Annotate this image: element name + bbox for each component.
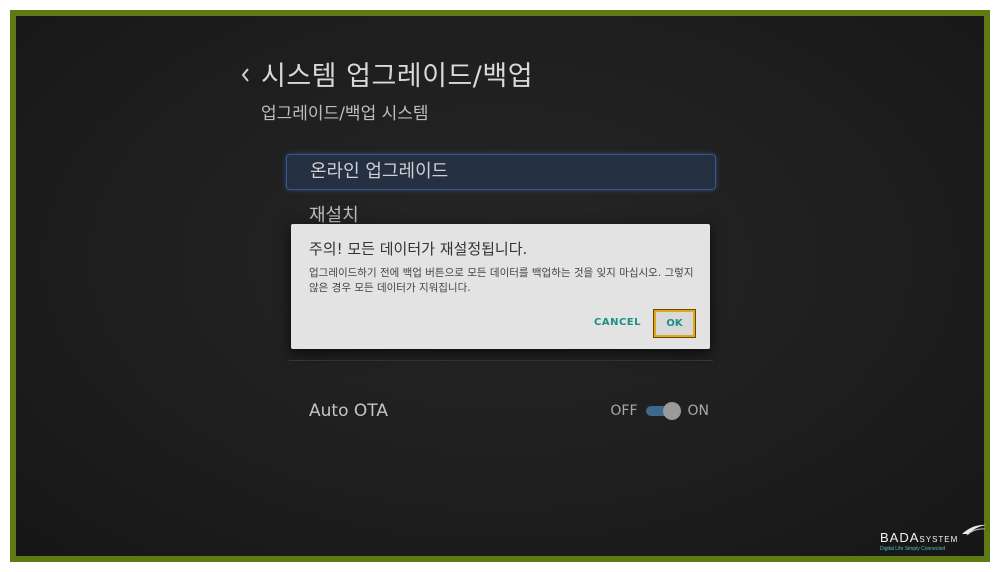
cancel-button[interactable]: CANCEL — [594, 317, 641, 328]
title-row: 시스템 업그레이드/백업 — [239, 54, 533, 93]
page-subtitle: 업그레이드/백업 시스템 — [261, 104, 429, 124]
menu-divider — [289, 360, 713, 361]
settings-screen: 시스템 업그레이드/백업 업그레이드/백업 시스템 온라인 업그레이드 재설치 … — [16, 16, 984, 556]
brand-tagline: Digital Life Simply Connected — [880, 546, 946, 552]
toggle-on-label: ON — [687, 403, 710, 419]
auto-ota-toggle-group: OFF ON — [610, 402, 710, 420]
auto-ota-toggle[interactable] — [645, 402, 681, 420]
brand-name-suffix: SYSTEM — [919, 535, 959, 544]
toggle-off-label: OFF — [610, 403, 638, 419]
toggle-thumb[interactable] — [662, 402, 681, 420]
ok-button-label: OK — [666, 318, 683, 329]
brand-swoosh-icon — [962, 524, 986, 536]
menu-item-label: 재설치 — [309, 205, 359, 226]
menu-item-label: 온라인 업그레이드 — [310, 161, 449, 182]
page-title: 시스템 업그레이드/백업 — [261, 61, 534, 92]
page-header: 시스템 업그레이드/백업 업그레이드/백업 시스템 — [239, 54, 533, 124]
auto-ota-row[interactable]: Auto OTA OFF ON — [309, 396, 709, 426]
settings-menu: 온라인 업그레이드 재설치 — [286, 154, 716, 235]
brand-name-main: BADA — [880, 530, 920, 545]
menu-item-online-upgrade[interactable]: 온라인 업그레이드 — [286, 154, 716, 190]
dialog-message: 업그레이드하기 전에 백업 버튼으로 모든 데이터를 백업하는 것을 잊지 마십… — [309, 267, 694, 294]
auto-ota-label: Auto OTA — [309, 401, 388, 421]
tv-screen-frame: 시스템 업그레이드/백업 업그레이드/백업 시스템 온라인 업그레이드 재설치 … — [10, 10, 990, 562]
confirm-dialog: 주의! 모든 데이터가 재설정됩니다. 업그레이드하기 전에 백업 버튼으로 모… — [291, 224, 710, 349]
dialog-title: 주의! 모든 데이터가 재설정됩니다. — [309, 240, 528, 258]
brand-logo: BADASYSTEM Digital Life Simply Connected — [880, 524, 992, 552]
chevron-left-icon[interactable] — [239, 65, 251, 85]
ok-button[interactable]: OK — [653, 309, 696, 338]
